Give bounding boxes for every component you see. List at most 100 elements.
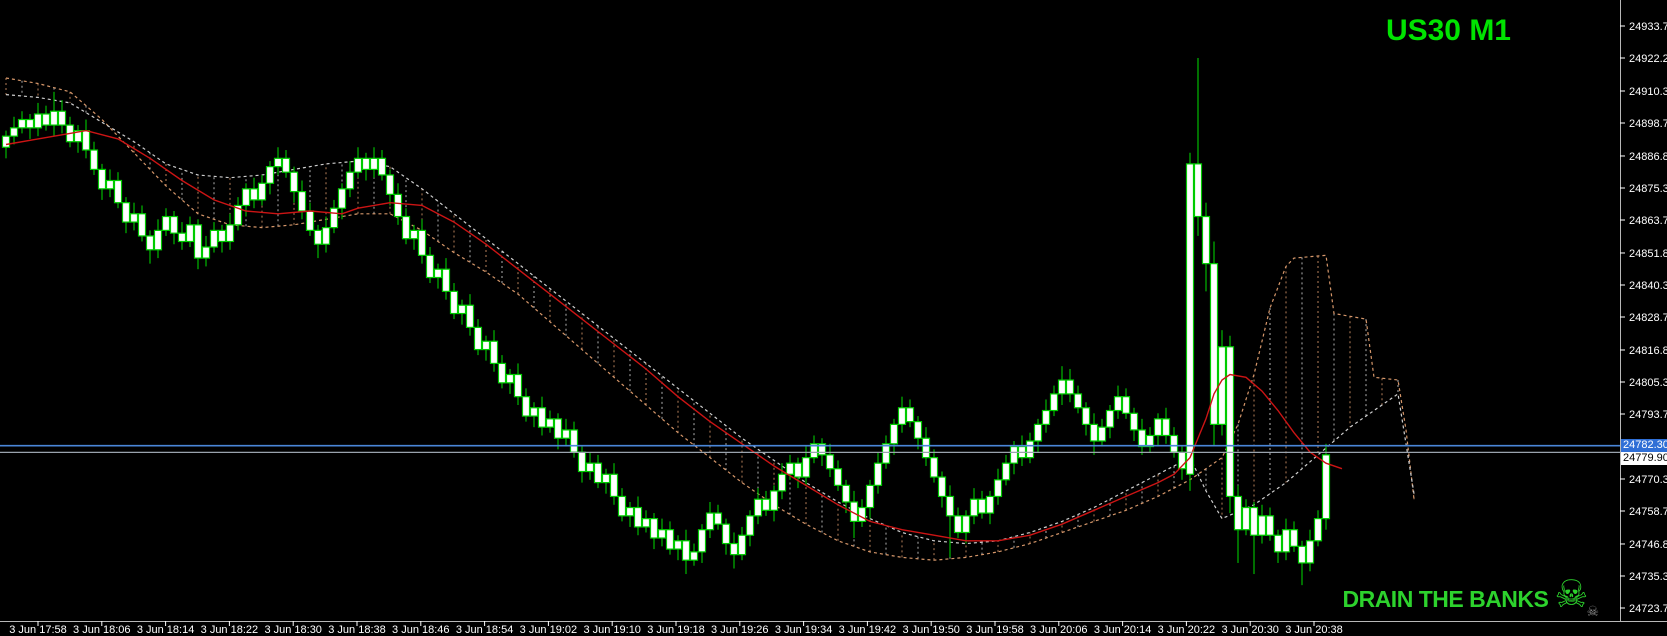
candle-body — [1161, 418, 1171, 437]
price-axis-label: 24851.85 — [1629, 248, 1667, 260]
price-axis-label: 24922.20 — [1629, 53, 1667, 65]
candle-body — [1073, 393, 1083, 409]
candle-body — [505, 373, 515, 384]
candle-body — [57, 110, 67, 126]
candle-body — [369, 157, 379, 171]
candle-body — [921, 437, 931, 459]
price-axis-label: 24735.30 — [1629, 571, 1667, 583]
candle-body — [1281, 529, 1291, 553]
candle-body — [25, 118, 35, 129]
candle-body — [385, 174, 395, 195]
time-axis-label: 3 Jun 20:38 — [1285, 624, 1343, 636]
price-chart[interactable]: 24933.75 24922.20 24910.30 24898.75 24886.85… — [0, 0, 1667, 636]
time-axis-label: 3 Jun 18:30 — [264, 624, 322, 636]
price-axis-label: 24886.85 — [1629, 151, 1667, 163]
candle-body — [945, 495, 955, 517]
candle-body — [521, 396, 531, 417]
price-axis-label: 24758.75 — [1629, 506, 1667, 518]
time-axis-label: 3 Jun 19:18 — [647, 624, 705, 636]
candle-body — [641, 518, 651, 528]
time-axis-label: 3 Jun 19:42 — [839, 624, 897, 636]
candle-body — [833, 468, 843, 486]
candle-body — [201, 246, 211, 259]
candle-body — [209, 229, 219, 248]
candle-body — [33, 113, 43, 129]
candle-body — [1265, 515, 1275, 536]
time-axis-label: 3 Jun 20:30 — [1221, 624, 1279, 636]
candle-body — [473, 326, 483, 351]
candle-body — [593, 462, 603, 484]
candle-body — [969, 498, 979, 517]
time-axis-label: 3 Jun 19:34 — [775, 624, 833, 636]
candle-body — [297, 190, 307, 212]
candle-body — [169, 215, 179, 234]
candle-body — [601, 473, 611, 484]
candle-body — [1065, 379, 1075, 395]
time-axis[interactable]: 3 Jun 17:58 3 Jun 18:06 3 Jun 18:14 3 Jun 1… — [9, 621, 1343, 636]
candle-body — [457, 304, 467, 315]
candle-body — [961, 515, 971, 534]
candle-body — [289, 171, 299, 193]
candle-body — [905, 407, 915, 423]
candle-body — [881, 443, 891, 464]
candle-body — [217, 229, 227, 243]
candle-body — [281, 157, 291, 173]
candle-body — [433, 268, 443, 279]
candle-body — [193, 224, 203, 259]
candle-body — [121, 202, 131, 223]
candle-body — [529, 407, 539, 417]
candle-body — [793, 462, 803, 478]
candle-body — [937, 476, 947, 498]
candle-body — [49, 110, 59, 126]
price-axis[interactable]: 24933.75 24922.20 24910.30 24898.75 24886.85… — [1620, 21, 1667, 615]
candle-body — [665, 529, 675, 550]
candle-body — [393, 193, 403, 218]
time-axis-label: 3 Jun 19:02 — [520, 624, 578, 636]
candle-body — [657, 529, 667, 539]
candle-body — [177, 232, 187, 243]
candle-body — [745, 515, 755, 536]
time-axis-label: 3 Jun 17:58 — [9, 624, 67, 636]
ma-line — [5, 129, 1343, 542]
candle-body — [1153, 418, 1163, 437]
candle-body — [513, 373, 523, 398]
candle-body — [913, 421, 923, 439]
time-axis-label: 3 Jun 18:22 — [201, 624, 259, 636]
candle-body — [1041, 409, 1051, 425]
candle-body — [497, 362, 507, 384]
candle-body — [337, 188, 347, 209]
brand-text: DRAIN THE BANKS — [1342, 585, 1549, 612]
candle-body — [561, 429, 571, 439]
candle-body — [1257, 515, 1267, 536]
candle-body — [153, 229, 163, 251]
price-axis-label: 24863.75 — [1629, 215, 1667, 227]
candle-body — [321, 227, 331, 245]
candle-body — [225, 224, 235, 243]
time-axis-label: 3 Jun 19:10 — [583, 624, 641, 636]
candle-body — [1009, 445, 1019, 464]
candle-body — [425, 254, 435, 279]
level-price-tag: 24782.30 — [1621, 438, 1667, 452]
candle-body — [769, 490, 779, 511]
candle-body — [753, 498, 763, 517]
candle-body — [1313, 518, 1323, 542]
time-axis-label: 3 Jun 18:46 — [392, 624, 450, 636]
time-axis-label: 3 Jun 18:14 — [137, 624, 195, 636]
candle-body — [577, 451, 587, 473]
candle-body — [1113, 396, 1123, 412]
symbol-timeframe-watermark: US30 M1 — [1385, 14, 1511, 47]
candle-body — [1097, 426, 1107, 442]
candle-body — [801, 457, 811, 478]
candle-body — [1121, 396, 1131, 414]
candle-body — [889, 423, 899, 445]
candle-body — [305, 210, 315, 231]
candle-body — [1241, 506, 1251, 531]
candle-body — [1, 135, 11, 148]
candle-body — [409, 229, 419, 240]
candle-body — [481, 340, 491, 351]
time-axis-label: 3 Jun 18:54 — [456, 624, 514, 636]
time-axis-label: 3 Jun 18:06 — [73, 624, 131, 636]
price-axis-label: 24723.75 — [1629, 603, 1667, 615]
candle-body — [417, 229, 427, 256]
candle-body — [1193, 163, 1203, 218]
